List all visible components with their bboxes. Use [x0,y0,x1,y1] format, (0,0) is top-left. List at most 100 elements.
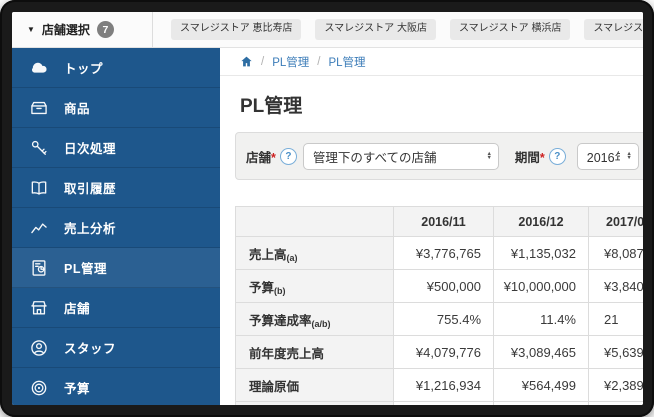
cell-value: 21 [588,302,643,336]
target-icon [29,378,49,398]
column-header: 2016/11 [393,206,494,237]
store-filter-label: 店舗* [246,150,276,165]
sidebar-item-label: 予算 [64,382,91,396]
cell-value: ¥5,639 [588,335,643,369]
key-icon [29,138,49,158]
table-input-row [235,401,643,405]
row-label-sub: (a/b) [311,318,331,329]
cell-value: ¥2,389 [588,368,643,402]
sidebar-item-staff[interactable]: スタッフ [12,328,220,368]
filter-bar: 店舗* ? 管理下のすべての店舗 ▲▼ 期間* ? 2016年 ▲▼ [235,132,643,180]
store-selector[interactable]: ▼ 店舗選択 7 [12,12,153,47]
cell-input-wrap [493,401,589,405]
main-row: トップ 商品 日次処理 取引履歴 売上分析 PL管理 店舗 スタッフ 予算 / … [12,48,643,405]
sidebar-item-label: トップ [64,62,104,76]
store-count-badge: 7 [96,21,114,38]
screenshot-frame: ▼ 店舗選択 7 スマレジストア 恵比寿店 スマレジストア 大阪店 スマレジスト… [0,0,654,417]
store-tab-yokohama[interactable]: スマレジストア 横浜店 [449,19,571,40]
content-area: / PL管理 / PL管理 PL管理 店舗* ? 管理下のすべての店舗 ▲▼ [220,48,643,405]
sidebar-item-label: 商品 [64,102,91,116]
cell-value: ¥3,776,765 [393,236,494,270]
store-select[interactable]: 管理下のすべての店舗 ▲ ▼ [302,142,499,170]
table-row: 予算達成率(a/b) 755.4% 11.4% 21 [235,302,643,336]
chart-line-icon [29,218,49,238]
sidebar-item-daily-processing[interactable]: 日次処理 [12,128,220,168]
cell-value: ¥1,135,032 [493,236,589,270]
cell-value: ¥500,000 [393,269,494,303]
row-label-sub: (b) [274,285,286,296]
select-stepper-icon: ▲ ▼ [486,150,492,161]
sidebar-item-top[interactable]: トップ [12,48,220,88]
pl-report-icon [29,258,49,278]
sidebar-item-products[interactable]: 商品 [12,88,220,128]
cell-value: ¥10,000,000 [493,269,589,303]
store-selector-label: 店舗選択 [41,23,90,37]
table-row: 前年度売上高 ¥4,079,776 ¥3,089,465 ¥5,639 [235,335,643,369]
breadcrumb-link-pl[interactable]: PL管理 [272,54,309,70]
table-header-row: 2016/11 2016/12 2017/01 [235,206,643,237]
store-tab-ebisu[interactable]: スマレジストア 恵比寿店 [171,19,302,40]
sidebar: トップ 商品 日次処理 取引履歴 売上分析 PL管理 店舗 スタッフ 予算 [12,48,220,405]
book-icon [29,178,49,198]
help-icon[interactable]: ? [279,147,297,165]
column-header: 2017/01 [588,206,643,237]
breadcrumb-separator: / [317,55,321,68]
cell-value: ¥1,216,934 [393,368,494,402]
sidebar-item-budget[interactable]: 予算 [12,368,220,405]
select-stepper-icon: ▲ ▼ [626,150,632,161]
row-label: 売上高(a) [235,236,394,270]
sidebar-item-transaction-history[interactable]: 取引履歴 [12,168,220,208]
sidebar-item-label: 取引履歴 [64,182,117,196]
sidebar-item-sales-analysis[interactable]: 売上分析 [12,208,220,248]
column-header: 2016/12 [493,206,589,237]
corner-cell [235,206,394,237]
home-icon[interactable] [240,55,253,68]
period-filter-label: 期間* [514,150,545,165]
sidebar-item-label: 店舗 [64,302,91,316]
page-title: PL管理 [240,96,303,117]
table-row: 理論原価 ¥1,216,934 ¥564,499 ¥2,389 [235,368,643,402]
sidebar-item-label: 売上分析 [64,222,117,236]
help-icon[interactable]: ? [548,147,566,165]
row-label: 予算(b) [235,269,394,303]
store-icon [29,298,49,318]
row-label: 理論原価 [235,368,394,402]
app-window: ▼ 店舗選択 7 スマレジストア 恵比寿店 スマレジストア 大阪店 スマレジスト… [12,12,643,405]
cell-value: 11.4% [493,302,589,336]
sidebar-item-label: スタッフ [64,342,117,356]
breadcrumb: / PL管理 / PL管理 [220,48,643,76]
cell-value: 755.4% [393,302,494,336]
sidebar-item-label: 日次処理 [64,142,117,156]
store-tab-osaka[interactable]: スマレジストア 大阪店 [315,19,436,40]
cell-input-wrap [393,401,494,405]
store-select-value: 管理下のすべての店舗 [312,150,437,165]
cloud-icon [29,58,49,78]
screenshot-stage: ▼ 店舗選択 7 スマレジストア 恵比寿店 スマレジストア 大阪店 スマレジスト… [0,0,654,417]
product-box-icon [29,98,49,118]
period-year-select[interactable]: 2016年 ▲▼ [576,142,639,170]
cell-value: ¥8,087 [588,236,643,270]
breadcrumb-current[interactable]: PL管理 [328,54,365,70]
sidebar-item-pl-management[interactable]: PL管理 [12,248,220,288]
caret-down-icon: ▼ [27,24,35,34]
cell-value: ¥4,079,776 [393,335,494,369]
breadcrumb-separator: / [261,55,265,68]
table-row: 売上高(a) ¥3,776,765 ¥1,135,032 ¥8,087 [235,236,643,270]
sidebar-item-label: PL管理 [64,262,107,276]
row-label: 前年度売上高 [235,335,394,369]
cell-value: ¥564,499 [493,368,589,402]
topbar: ▼ 店舗選択 7 スマレジストア 恵比寿店 スマレジストア 大阪店 スマレジスト… [12,12,643,48]
row-label-sub: (a) [286,252,298,263]
period-year-value: 2016年 [586,150,621,165]
store-tabs: スマレジストア 恵比寿店 スマレジストア 大阪店 スマレジストア 横浜店 スマレ… [153,12,643,47]
store-tab-nagoya[interactable]: スマレジストア 名古屋店 [584,19,643,40]
sidebar-item-stores[interactable]: 店舗 [12,288,220,328]
required-mark: * [271,150,276,165]
cell-value: ¥3,089,465 [493,335,589,369]
row-label [235,401,394,405]
table-row: 予算(b) ¥500,000 ¥10,000,000 ¥3,840 [235,269,643,303]
staff-icon [29,338,49,358]
row-label: 予算達成率(a/b) [235,302,394,336]
cell-input-wrap [588,401,643,405]
cell-value: ¥3,840 [588,269,643,303]
